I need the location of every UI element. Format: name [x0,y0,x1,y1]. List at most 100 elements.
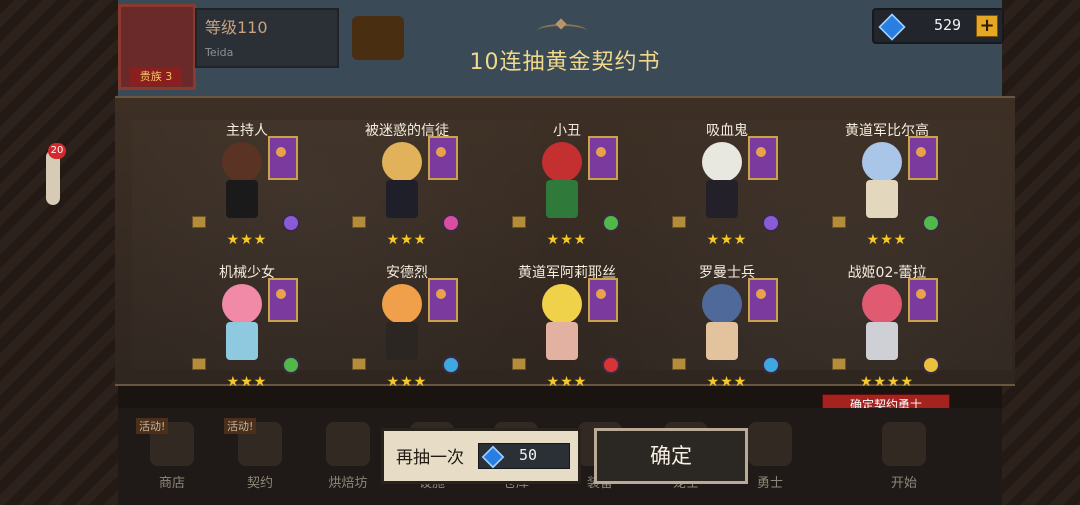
hero-head [542,142,582,182]
nav-icon [882,422,926,466]
hero-head [382,142,422,182]
draw-again-label: 再抽一次 [396,448,464,468]
nav-label: 开始 [890,476,917,491]
bread-banner-icon [748,278,778,322]
crown-icon[interactable] [352,16,404,60]
element-icon [762,214,780,232]
hero-result-card[interactable]: 战姬02-蕾拉 ★★★★ [822,262,952,397]
star-rating: ★★★ [226,374,268,390]
hero-result-card[interactable]: 安德烈 ★★★ [342,262,472,397]
hero-result-card[interactable]: 罗曼士兵 ★★★ [662,262,792,397]
star-rating: ★★★ [706,374,748,390]
page-title: 10连抽黄金契约书 [469,50,661,75]
hero-head [702,142,742,182]
hero-body [386,180,418,218]
player-info[interactable]: 等级110 Teida [195,8,339,68]
hero-body [546,322,578,360]
hero-sprite [372,284,432,364]
nav-label: 契约 [246,476,273,491]
scroll-icon [832,358,846,370]
hero-head [382,284,422,324]
scroll-icon [672,216,686,228]
bread-banner-icon [748,136,778,180]
gem-icon [878,13,906,41]
star-rating: ★★★ [226,232,268,248]
hero-body [386,322,418,360]
hero-sprite [532,284,592,364]
star-rating: ★★★ [866,232,908,248]
hero-body [706,322,738,360]
nav-label: 商店 [158,476,185,491]
hero-sprite [692,142,752,222]
title-ornament-icon [537,24,587,38]
notification-badge: 20 [48,143,66,159]
star-rating: ★★★★ [859,374,915,390]
draw-again-button[interactable]: 再抽一次 50 [381,428,581,484]
hero-sprite [852,284,912,364]
scroll-icon [672,358,686,370]
draw-cost-value: 50 [519,446,538,464]
hero-head [222,142,262,182]
gem-count: 529 [934,16,962,34]
bread-banner-icon [268,136,298,180]
nav-item[interactable]: 开始 [868,412,940,502]
gem-currency: 529 + [872,8,1004,44]
scroll-icon [512,358,526,370]
scroll-icon [352,358,366,370]
bread-banner-icon [908,278,938,322]
star-rating: ★★★ [706,232,748,248]
hero-body [706,180,738,218]
star-rating: ★★★ [386,232,428,248]
bread-banner-icon [588,136,618,180]
bread-banner-icon [268,278,298,322]
player-name: Teida [205,46,234,59]
hero-body [226,322,258,360]
star-rating: ★★★ [386,374,428,390]
hero-result-card[interactable]: 主持人 ★★★ [182,120,312,255]
draw-cost: 50 [478,443,570,469]
star-rating: ★★★ [546,374,588,390]
event-tag: 活动! [224,418,257,434]
bread-banner-icon [908,136,938,180]
rank-badge: 贵族 3 [130,68,182,86]
hero-sprite [372,142,432,222]
hero-head [862,284,902,324]
hero-body [866,322,898,360]
hero-head [222,284,262,324]
nav-item[interactable]: 烘焙坊 [312,412,384,502]
scroll-icon [192,216,206,228]
hero-sprite [212,142,272,222]
element-icon [282,214,300,232]
confirm-button[interactable]: 确定 [594,428,748,484]
left-decoration [0,0,118,505]
element-icon [922,214,940,232]
bread-banner-icon [428,278,458,322]
hero-body [866,180,898,218]
hero-sprite [852,142,912,222]
element-icon [762,356,780,374]
element-icon [602,214,620,232]
hero-result-card[interactable]: 黄道军阿莉耶丝 ★★★ [502,262,632,397]
hero-sprite [532,142,592,222]
gem-icon [481,445,505,469]
bread-banner-icon [428,136,458,180]
nav-item[interactable]: 契约 活动! [224,412,296,502]
scroll-icon [192,358,206,370]
hero-result-card[interactable]: 吸血鬼 ★★★ [662,120,792,255]
bread-banner-icon [588,278,618,322]
nav-label: 烘焙坊 [328,476,368,491]
hero-result-card[interactable]: 小丑 ★★★ [502,120,632,255]
hero-result-card[interactable]: 机械少女 ★★★ [182,262,312,397]
scroll-icon [832,216,846,228]
nav-icon [748,422,792,466]
hero-result-card[interactable]: 黄道军比尔高 ★★★ [822,120,952,255]
element-icon [442,214,460,232]
nav-icon [326,422,370,466]
hero-head [702,284,742,324]
hero-body [546,180,578,218]
add-gems-button[interactable]: + [976,15,998,37]
hero-head [542,284,582,324]
element-icon [282,356,300,374]
hero-result-card[interactable]: 被迷惑的信徒 ★★★ [342,120,472,255]
nav-item[interactable]: 商店 活动! [136,412,208,502]
